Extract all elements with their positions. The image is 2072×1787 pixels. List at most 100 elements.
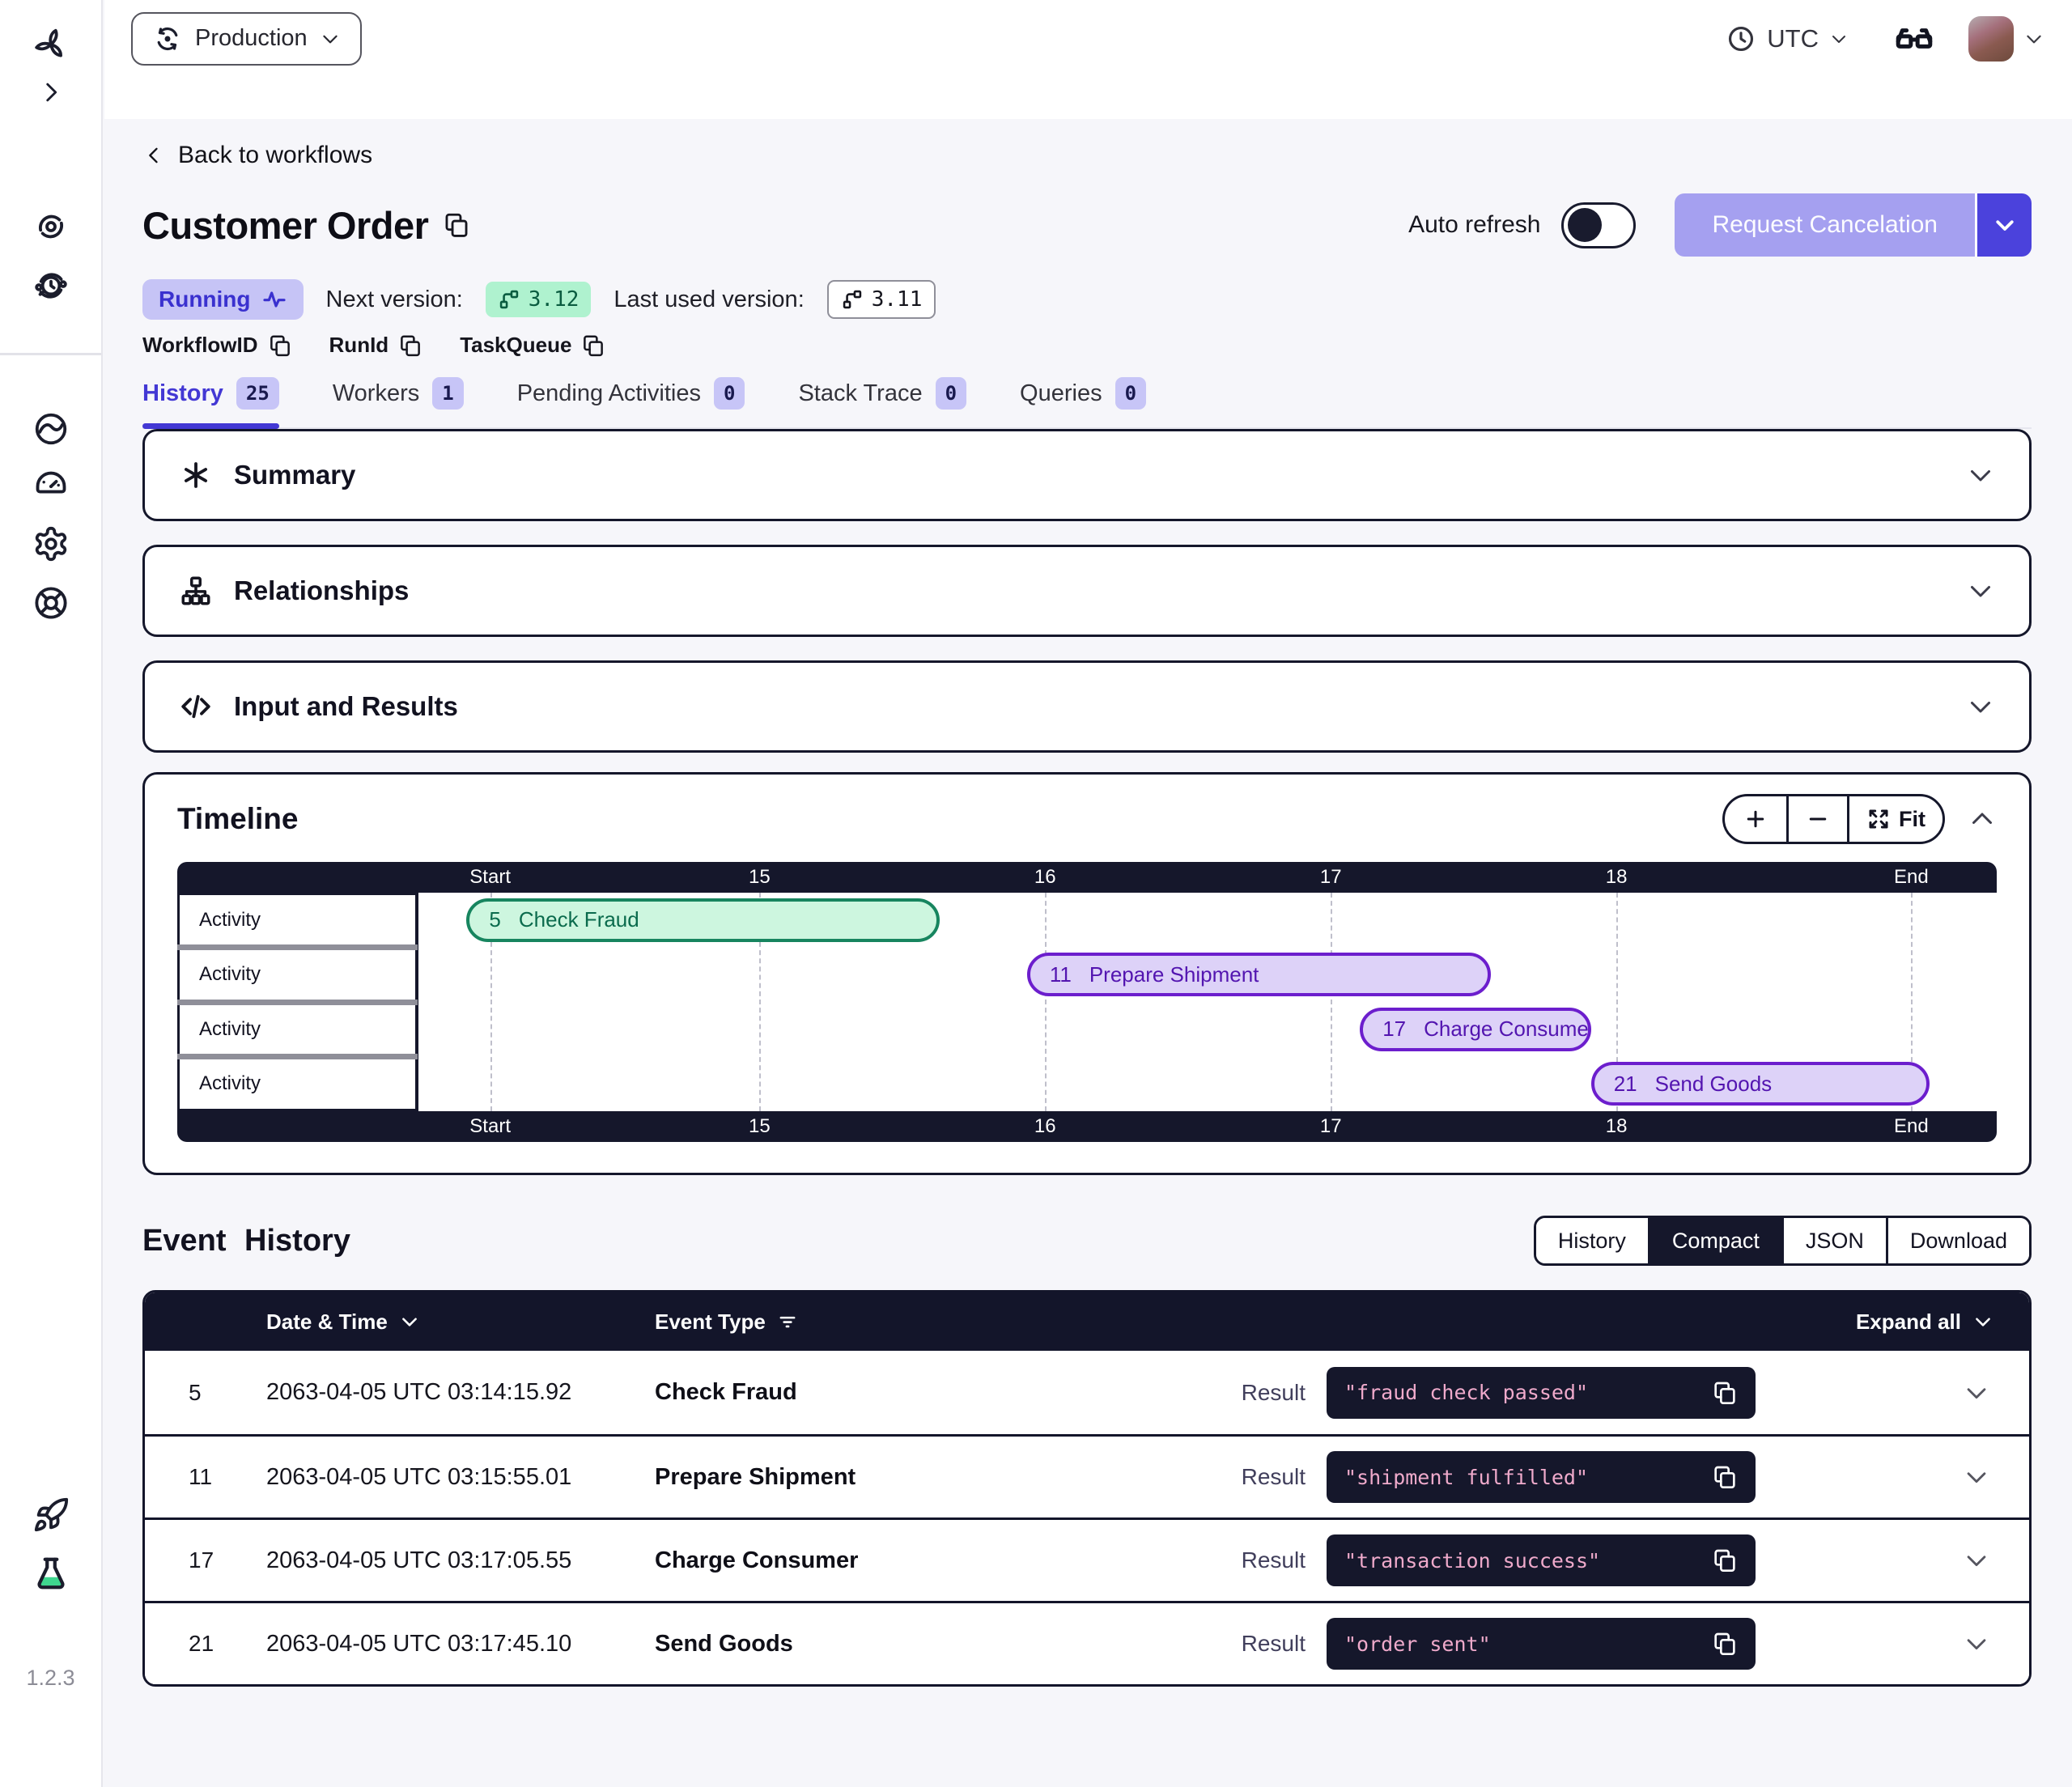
meta-label: RunId (329, 333, 389, 358)
axis-tick-start: Start (469, 1115, 511, 1138)
relationships-section[interactable]: Relationships (142, 545, 2032, 637)
timeline-row: 11Prepare Shipment (177, 948, 1997, 1003)
event-history-table: Date & Time Event Type Expand all 52063-… (142, 1290, 2032, 1687)
timeline-zoom-controls: Fit (1722, 794, 1945, 844)
tab-workers[interactable]: Workers1 (333, 377, 464, 427)
result-value-chip: "shipment fulfilled" (1327, 1451, 1756, 1503)
view-button-compact[interactable]: Compact (1648, 1218, 1781, 1263)
timeline-bar-charge-consumer[interactable]: 17Charge Consumer (1360, 1008, 1590, 1051)
gridline (1045, 893, 1047, 1111)
expand-rail-chevron-right-icon[interactable] (37, 79, 65, 106)
workflows-icon[interactable] (32, 208, 70, 245)
labs-flask-icon[interactable] (32, 1555, 70, 1592)
usage-gauge-icon[interactable] (32, 465, 70, 503)
labs-glasses-icon[interactable] (1894, 19, 1934, 59)
event-row-prepare-shipment[interactable]: 112063-04-05 UTC 03:15:55.01Prepare Ship… (145, 1434, 2029, 1517)
copy-icon[interactable] (1712, 1464, 1738, 1490)
copy-icon[interactable] (1712, 1547, 1738, 1573)
zoom-in-button[interactable] (1725, 796, 1786, 842)
settings-gear-icon[interactable] (32, 525, 70, 562)
bar-activity-name: Send Goods (1655, 1072, 1773, 1097)
clock-icon (1726, 23, 1756, 54)
expand-all-button[interactable]: Expand all (1856, 1309, 2029, 1335)
copy-icon[interactable] (268, 333, 292, 358)
event-datetime: 2063-04-05 UTC 03:15:55.01 (266, 1464, 655, 1491)
copy-icon[interactable] (443, 211, 470, 239)
fit-button[interactable]: Fit (1847, 796, 1942, 842)
axis-tick-15: 15 (749, 866, 771, 889)
cancelation-menu-button[interactable] (1975, 193, 2032, 257)
event-row-check-fraud[interactable]: 52063-04-05 UTC 03:14:15.92Check FraudRe… (145, 1351, 2029, 1434)
axis-tick-start: Start (469, 866, 511, 889)
column-event-type[interactable]: Event Type (655, 1309, 1856, 1335)
timeline-bar-check-fraud[interactable]: 5Check Fraud (466, 898, 939, 942)
copy-icon[interactable] (581, 333, 605, 358)
event-datetime: 2063-04-05 UTC 03:17:05.55 (266, 1547, 655, 1574)
tab-count-badge: 0 (936, 377, 966, 410)
filter-icon[interactable] (777, 1311, 798, 1332)
auto-refresh-toggle[interactable] (1561, 202, 1636, 248)
chevron-down-icon[interactable] (1963, 1630, 1990, 1658)
event-row-charge-consumer[interactable]: 172063-04-05 UTC 03:17:05.55Charge Consu… (145, 1517, 2029, 1601)
event-history-title: Event History (142, 1224, 350, 1259)
app-version: 1.2.3 (26, 1666, 74, 1691)
next-version-badge: 3.12 (486, 282, 592, 317)
chevron-down-icon[interactable] (2023, 28, 2044, 49)
namespace-selector[interactable]: Production (131, 12, 362, 66)
event-id: 5 (145, 1380, 266, 1406)
chevron-up-icon[interactable] (1968, 804, 1997, 834)
logo-icon[interactable] (32, 410, 70, 448)
top-bar: Production UTC (104, 0, 2072, 119)
propeller-icon[interactable] (32, 26, 70, 63)
chevron-down-icon[interactable] (1963, 1463, 1990, 1491)
chevron-down-icon (1993, 213, 2017, 237)
tab-queries[interactable]: Queries0 (1020, 377, 1146, 427)
section-label: Input and Results (234, 691, 458, 722)
column-date-time[interactable]: Date & Time (266, 1309, 655, 1335)
chevron-down-icon[interactable] (1966, 461, 1995, 490)
tab-pending-activities[interactable]: Pending Activities0 (517, 377, 745, 427)
user-avatar[interactable] (1968, 16, 2014, 62)
minus-icon (1806, 807, 1830, 831)
axis-tick-end: End (1894, 1115, 1929, 1138)
chevron-left-icon (142, 144, 165, 167)
view-button-download[interactable]: Download (1886, 1218, 2029, 1263)
input-results-section[interactable]: Input and Results (142, 660, 2032, 753)
event-history-view-switcher: HistoryCompactJSONDownload (1534, 1216, 2032, 1266)
last-used-version-badge: 3.11 (827, 280, 936, 319)
timeline-bar-prepare-shipment[interactable]: 11Prepare Shipment (1027, 953, 1491, 996)
tab-stack-trace[interactable]: Stack Trace0 (798, 377, 966, 427)
timeline-bar-send-goods[interactable]: 21 Send Goods (1591, 1062, 1930, 1106)
workflow-meta-row: WorkflowIDRunIdTaskQueue (142, 333, 2032, 358)
chevron-down-icon[interactable] (1966, 692, 1995, 721)
timezone-label: UTC (1767, 24, 1819, 53)
sitemap-icon (179, 574, 213, 608)
timeline-row: 21 Send Goods (177, 1057, 1997, 1112)
schedules-icon[interactable] (32, 267, 70, 304)
row-separator (177, 1054, 418, 1059)
zoom-out-button[interactable] (1786, 796, 1847, 842)
view-button-json[interactable]: JSON (1781, 1218, 1886, 1263)
rocket-icon[interactable] (32, 1496, 70, 1534)
tab-history[interactable]: History25 (142, 377, 279, 427)
auto-refresh-label: Auto refresh (1408, 211, 1540, 239)
version-branch-icon (498, 288, 520, 311)
request-cancelation-button[interactable]: Request Cancelation (1675, 193, 1975, 257)
back-to-workflows-link[interactable]: Back to workflows (142, 142, 372, 169)
copy-icon[interactable] (1712, 1631, 1738, 1657)
summary-section[interactable]: Summary (142, 429, 2032, 521)
copy-icon[interactable] (398, 333, 422, 358)
row-separator (177, 1000, 418, 1005)
timezone-selector[interactable]: UTC (1726, 23, 1849, 54)
support-lifebuoy-icon[interactable] (32, 584, 70, 622)
tab-count-badge: 1 (432, 377, 463, 410)
chevron-down-icon[interactable] (1963, 1379, 1990, 1407)
bar-event-id: 21 (1614, 1072, 1637, 1097)
chevron-down-icon (1972, 1311, 1993, 1332)
copy-icon[interactable] (1712, 1380, 1738, 1406)
event-datetime: 2063-04-05 UTC 03:17:45.10 (266, 1631, 655, 1658)
view-button-history[interactable]: History (1536, 1218, 1648, 1263)
chevron-down-icon[interactable] (1966, 576, 1995, 605)
event-row-send-goods[interactable]: 212063-04-05 UTC 03:17:45.10Send GoodsRe… (145, 1601, 2029, 1684)
chevron-down-icon[interactable] (1963, 1547, 1990, 1574)
